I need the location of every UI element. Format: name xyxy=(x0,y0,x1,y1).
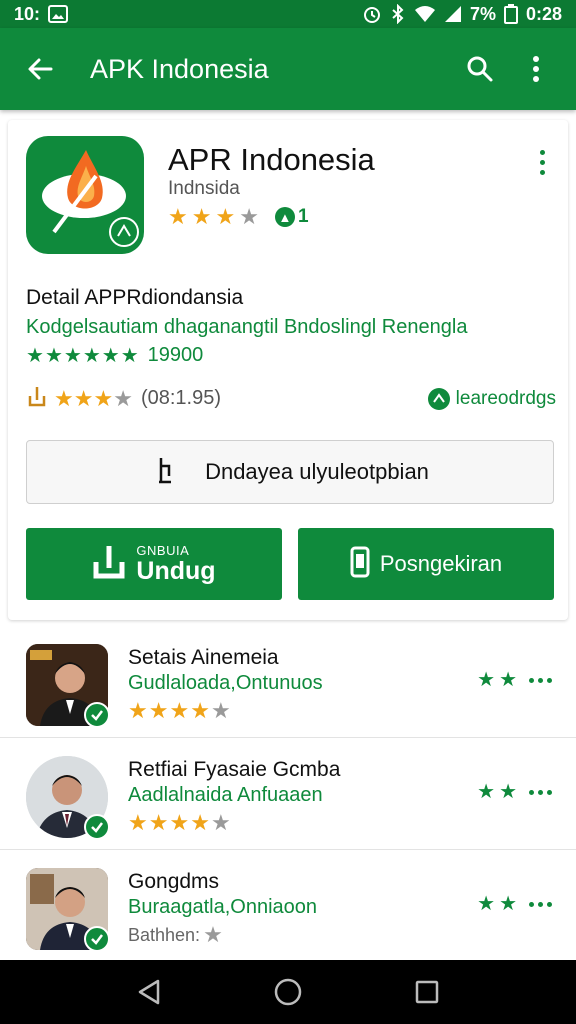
battery-icon xyxy=(503,4,518,24)
review-count: (08:1.95) xyxy=(140,387,221,409)
list-item-rating: ★ ★ ★ ★ ★ xyxy=(128,810,231,835)
star-icon: ★ xyxy=(168,204,188,229)
reviews-link-label: leareodrdgs xyxy=(455,387,556,409)
nav-recents-icon[interactable] xyxy=(403,968,451,1016)
alarm-icon xyxy=(362,4,382,24)
status-time-right: 0:28 xyxy=(525,3,562,24)
list-item-name: Retfiai Fyasaie Gcmba xyxy=(128,758,341,781)
download-button[interactable]: GNBUIA Undug xyxy=(26,528,282,600)
more-horiz-icon[interactable] xyxy=(529,789,552,795)
star-icon: ★ xyxy=(239,204,259,229)
list-item-rating: Bathhen: ★ xyxy=(128,922,223,947)
detail-title: Detail APPRdiondansia xyxy=(26,286,244,309)
related-list: Setais Ainemeia Gudlaloada,Ontunuos ★ ★ ★ ★… xyxy=(0,626,576,962)
avatar xyxy=(26,644,110,728)
status-time-left: 10: xyxy=(14,3,41,24)
download-small-label: GNBUIA xyxy=(136,543,190,559)
app-name: APR Indonesia xyxy=(168,142,375,177)
nav-back-icon[interactable] xyxy=(125,968,173,1016)
outline-action-label: Dndayea ulyuleotpbian xyxy=(205,459,429,484)
primary-actions: GNBUIA Undug Posngekiran xyxy=(26,528,554,600)
page-title: APK Indonesia xyxy=(90,53,269,84)
list-item-subtitle: Aadlalnaida Anfuaaen xyxy=(128,784,323,806)
image-icon xyxy=(48,5,69,23)
list-item-rating: ★ ★ ★ ★ ★ xyxy=(128,698,231,723)
list-item[interactable]: Gongdms Buraagatla,Onniaoon Bathhen: ★ ★… xyxy=(0,850,576,962)
wifi-icon xyxy=(414,5,436,23)
list-item-subtitle: Buraagatla,Onniaoon xyxy=(128,896,318,918)
signal-icon xyxy=(444,5,462,23)
chat-icon xyxy=(427,387,450,410)
list-item[interactable]: Setais Ainemeia Gudlaloada,Ontunuos ★ ★ ★ ★… xyxy=(0,626,576,738)
list-item[interactable]: Retfiai Fyasaie Gcmba Aadlalnaida Anfuaa… xyxy=(0,738,576,850)
list-item-subtitle: Gudlaloada,Ontunuos xyxy=(128,672,323,694)
star-icon: ★ xyxy=(191,204,212,229)
reviews-link[interactable]: leareodrdgs xyxy=(427,387,556,410)
more-horiz-icon[interactable] xyxy=(529,677,552,683)
download-label: Undug xyxy=(136,556,216,585)
system-nav-bar xyxy=(0,960,576,1024)
status-bar: 10: 7% 0:28 xyxy=(0,0,576,28)
verified-check-icon xyxy=(84,926,110,952)
thumb-up-icon: ▲ xyxy=(274,207,295,227)
detail-description: Kodgelsautiam dhaganangtil Bndoslingl Re… xyxy=(26,316,468,338)
secondary-button-label: Posngekiran xyxy=(379,551,503,576)
list-item-trail[interactable]: ★ ★ xyxy=(477,782,552,802)
detail-stars: ★ ★ ★ ★ ★ ★ 19900 xyxy=(26,344,204,367)
avatar xyxy=(26,756,110,840)
detail-count: 19900 xyxy=(147,344,204,366)
avatar xyxy=(26,868,110,952)
verified-check-icon xyxy=(84,814,110,840)
app-detail-card: APR Indonesia Indnsida ★ ★ ★ ★ ▲ 1 Detai… xyxy=(8,120,568,620)
app-bar: APK Indonesia xyxy=(0,28,576,110)
secondary-button[interactable]: Posngekiran xyxy=(298,528,554,600)
rating-badge: ▲ 1 xyxy=(274,206,309,228)
list-item-name: Setais Ainemeia xyxy=(128,646,279,669)
list-item-name: Gongdms xyxy=(128,870,220,893)
card-more-icon[interactable] xyxy=(530,144,554,180)
list-item-rating-label: Bathhen: xyxy=(128,924,201,945)
bluetooth-icon xyxy=(390,4,406,24)
star-half-icon: ★ xyxy=(215,204,236,229)
list-item-trail[interactable]: ★ ★ xyxy=(477,670,552,690)
download-icon xyxy=(92,544,126,585)
battery-percent: 7% xyxy=(469,3,496,24)
app-rating: ★ ★ ★ ★ ▲ 1 xyxy=(168,206,309,228)
verified-check-icon xyxy=(84,702,110,728)
app-logo-icon xyxy=(26,136,144,254)
touch-icon xyxy=(151,454,179,490)
rating-badge-count: 1 xyxy=(297,206,309,227)
app-developer: Indnsida xyxy=(168,178,240,199)
search-icon[interactable] xyxy=(458,47,502,91)
outline-action-button[interactable]: Dndayea ulyuleotpbian xyxy=(26,440,554,504)
more-horiz-icon[interactable] xyxy=(529,901,552,907)
download-small-icon xyxy=(26,384,48,413)
list-item-trail[interactable]: ★ ★ xyxy=(477,894,552,914)
review-row: ★ ★ ★ ★ (08:1.95) leareodrdgs xyxy=(26,384,556,413)
more-vert-icon[interactable] xyxy=(514,47,558,91)
nav-home-icon[interactable] xyxy=(264,968,312,1016)
back-arrow-icon[interactable] xyxy=(18,47,62,91)
phone-icon xyxy=(350,546,370,583)
